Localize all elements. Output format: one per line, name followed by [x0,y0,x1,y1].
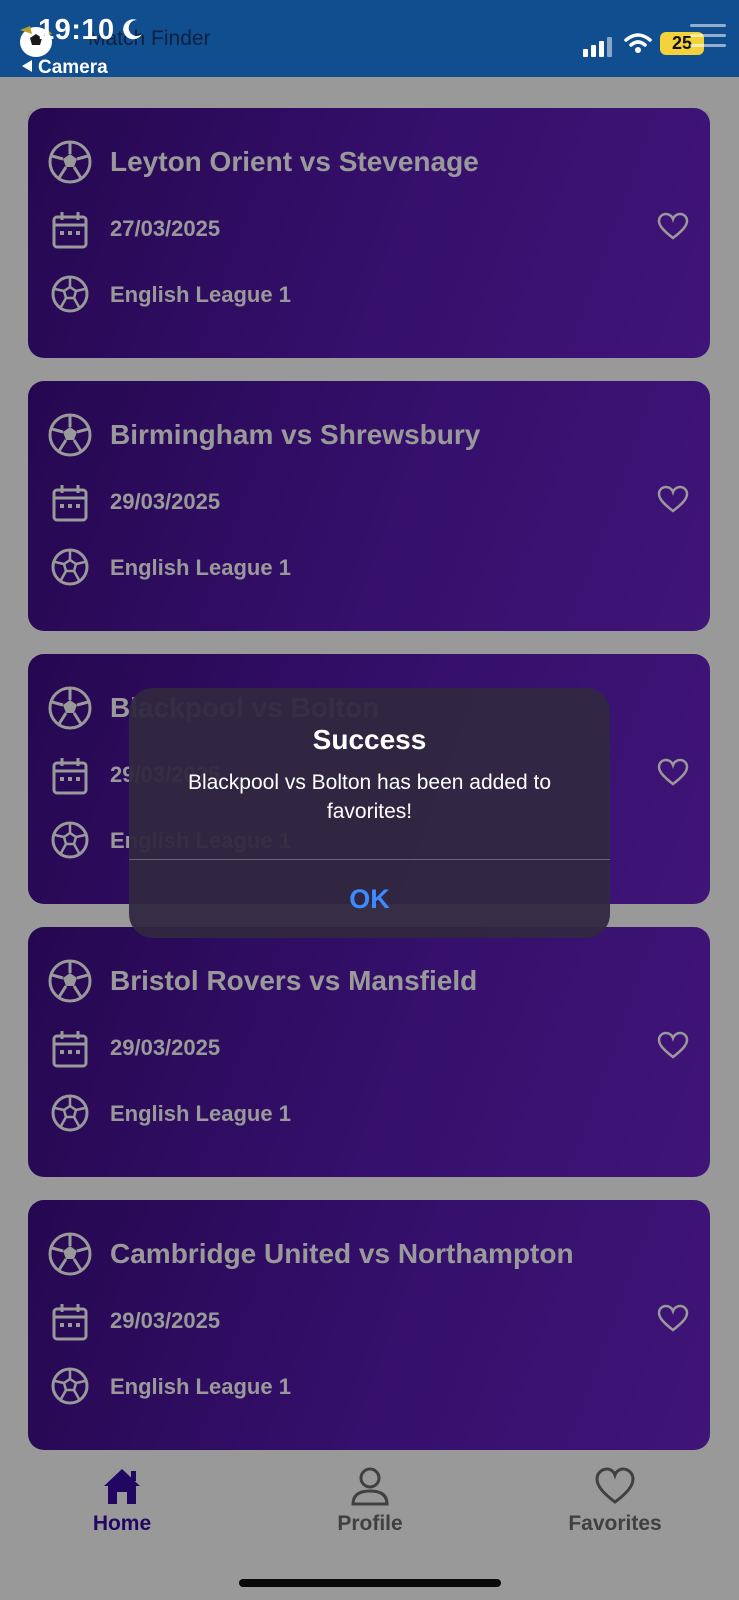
back-to-camera-link[interactable]: Camera [22,57,108,79]
alert-message: Blackpool vs Bolton has been added to fa… [187,771,552,823]
status-time: 19:10 [38,14,115,46]
moon-icon [123,19,142,40]
signal-icon [583,37,612,57]
back-arrow-icon [22,60,32,72]
top-bar: Match Finder 19:10 Camera 25 [0,0,739,79]
alert-title: Success [312,724,427,755]
hamburger-menu-icon[interactable] [690,24,726,50]
wifi-icon [624,33,652,53]
back-label: Camera [38,57,108,78]
success-alert: Success Blackpool vs Bolton has been add… [129,688,610,938]
alert-ok-button[interactable]: OK [129,860,610,938]
